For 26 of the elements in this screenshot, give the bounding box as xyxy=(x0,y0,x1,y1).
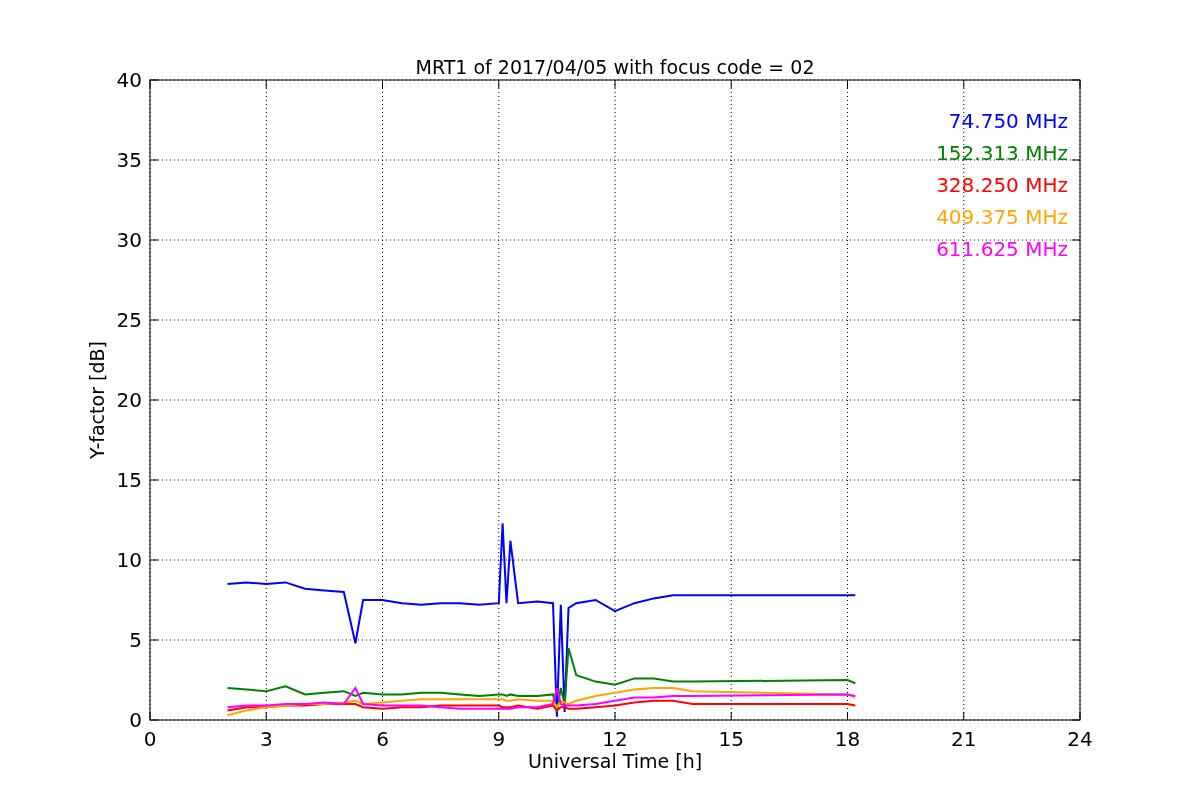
tick-label: 12 xyxy=(602,727,628,751)
tick-label: 0 xyxy=(143,727,157,751)
tick-label: 40 xyxy=(116,68,142,92)
legend-label: 152.313 MHz xyxy=(936,141,1068,165)
tick-label: 20 xyxy=(116,388,142,412)
tick-label: 30 xyxy=(116,228,142,252)
tick-label: 10 xyxy=(116,548,142,572)
legend-label: 611.625 MHz xyxy=(936,237,1068,261)
tick-label: 3 xyxy=(259,727,273,751)
legend-label: 328.250 MHz xyxy=(936,173,1068,197)
tick-label: 15 xyxy=(718,727,744,751)
y-axis-label: Y-factor [dB] xyxy=(86,341,108,459)
tick-label: 18 xyxy=(834,727,861,751)
tick-label: 0 xyxy=(129,708,142,732)
x-axis-label: Universal Time [h] xyxy=(527,750,703,772)
tick-label: 9 xyxy=(492,727,506,751)
tick-label: 21 xyxy=(951,727,977,751)
tick-label: 15 xyxy=(116,468,142,492)
tick-label: 5 xyxy=(129,628,142,652)
tick-label: 25 xyxy=(116,308,142,332)
tick-label: 6 xyxy=(376,727,389,751)
legend-label: 74.750 MHz xyxy=(948,109,1068,133)
legend-label: 409.375 MHz xyxy=(936,205,1068,229)
chart-title: MRT1 of 2017/04/05 with focus code = 02 xyxy=(415,56,815,78)
tick-label: 35 xyxy=(116,148,142,172)
tick-label: 24 xyxy=(1067,727,1093,751)
